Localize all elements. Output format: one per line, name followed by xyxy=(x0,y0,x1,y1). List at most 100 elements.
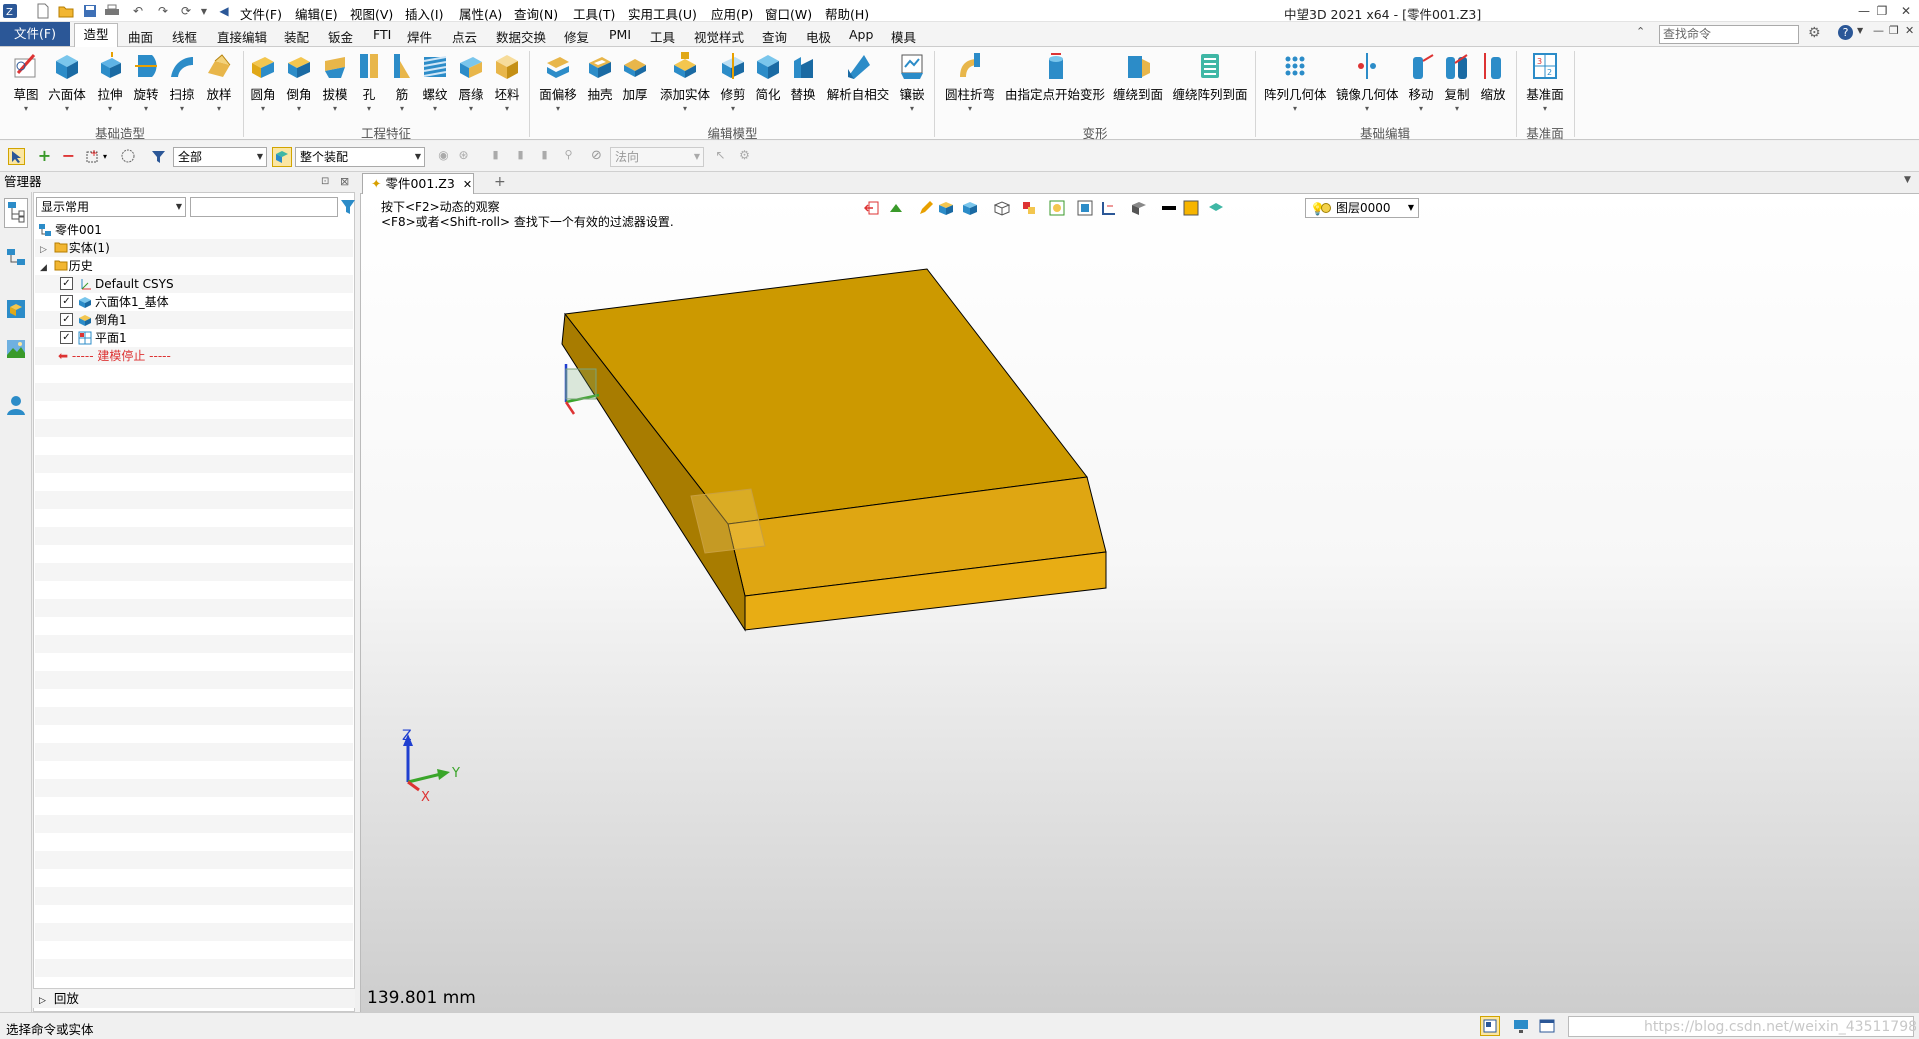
undo-icon[interactable]: ↶ xyxy=(130,3,146,19)
extrude-button[interactable]: 拉伸 ▾ xyxy=(95,51,125,113)
close-icon[interactable]: ✕ xyxy=(1897,2,1915,20)
display-filter-select[interactable]: 显示常用 ▼ xyxy=(36,197,186,217)
open-folder-icon[interactable] xyxy=(58,3,74,19)
user-icon[interactable] xyxy=(5,394,27,416)
simplify-button[interactable]: 简化 xyxy=(753,51,783,103)
visibility-checkbox[interactable]: ✓ xyxy=(60,277,73,290)
collapse-ribbon-icon[interactable]: ⌃ xyxy=(1636,25,1645,38)
status-toggle-a-icon[interactable] xyxy=(1480,1016,1500,1036)
new-file-icon[interactable] xyxy=(35,3,51,19)
menu-edit[interactable]: 编辑(E) xyxy=(295,4,338,23)
back-arrow-icon[interactable]: ◀ xyxy=(216,3,232,19)
tab-assembly[interactable]: 装配 xyxy=(284,27,309,46)
command-search-input[interactable]: 查找命令 xyxy=(1659,25,1799,44)
tree-root[interactable]: 零件001 xyxy=(38,222,102,238)
rebuild-icon[interactable]: ⟳ xyxy=(178,3,194,19)
help-icon[interactable]: ? xyxy=(1838,25,1853,40)
offset-face-button[interactable]: 面偏移 ▾ xyxy=(538,51,578,113)
point-deform-button[interactable]: 由指定点开始变形 xyxy=(1005,51,1105,103)
box-select-icon[interactable] xyxy=(85,148,102,165)
menu-attributes[interactable]: 属性(A) xyxy=(459,4,502,23)
visibility-checkbox[interactable]: ✓ xyxy=(60,313,73,326)
add-selection-icon[interactable]: + xyxy=(36,148,53,165)
rollback-bar[interactable]: ▷ 回放 xyxy=(33,988,355,1008)
move-button[interactable]: 移动 ▾ xyxy=(1406,51,1436,113)
window-layout-icon[interactable] xyxy=(1538,1017,1556,1035)
sweep-button[interactable]: 扫掠 ▾ xyxy=(167,51,197,113)
tab-data-exchange[interactable]: 数据交换 xyxy=(496,27,546,46)
revolve-button[interactable]: 旋转 ▾ xyxy=(131,51,161,113)
menu-utilities[interactable]: 实用工具(U) xyxy=(628,4,697,23)
panel-close-icon[interactable]: ⊠ xyxy=(340,172,349,192)
tab-direct-edit[interactable]: 直接编辑 xyxy=(217,27,267,46)
gear-icon[interactable]: ⚙ xyxy=(1808,25,1821,41)
restore-icon[interactable]: ❐ xyxy=(1873,2,1891,20)
tree-search-input[interactable] xyxy=(190,197,338,217)
tab-tools[interactable]: 工具 xyxy=(650,27,675,46)
tab-fti[interactable]: FTI xyxy=(373,27,391,42)
part-library-icon[interactable] xyxy=(5,298,27,320)
tab-inquire[interactable]: 查询 xyxy=(762,27,787,46)
tab-modeling[interactable]: 造型 xyxy=(74,23,118,47)
tab-sheet-metal[interactable]: 钣金 xyxy=(328,27,353,46)
help-dropdown-icon[interactable]: ▼ xyxy=(1857,26,1863,35)
pattern-button[interactable]: 阵列几何体 ▾ xyxy=(1264,51,1327,113)
tree-solid-node[interactable]: ▷ 实体(1) xyxy=(40,240,110,258)
doc-minimize-icon[interactable]: — xyxy=(1873,24,1884,37)
tab-point-cloud[interactable]: 点云 xyxy=(452,27,477,46)
tree-item-csys[interactable]: Default CSYS xyxy=(78,276,174,292)
lip-button[interactable]: 唇缘 ▾ xyxy=(456,51,486,113)
hole-button[interactable]: 孔 ▾ xyxy=(358,51,380,113)
expand-right-icon[interactable]: ▷ xyxy=(40,245,47,255)
sketch-button[interactable]: 草图 ▾ xyxy=(10,51,42,113)
self-intersect-button[interactable]: 解析自相交 xyxy=(826,51,890,103)
tree-modeling-stop[interactable]: ⬅ ----- 建模停止 ----- xyxy=(58,348,171,364)
tree-history-node[interactable]: ◢ 历史 xyxy=(40,258,93,276)
thicken-button[interactable]: 加厚 xyxy=(620,51,650,103)
fillet-button[interactable]: 圆角 ▾ xyxy=(248,51,278,113)
copy-button[interactable]: 复制 ▾ xyxy=(1442,51,1472,113)
minimize-icon[interactable]: — xyxy=(1855,2,1873,20)
tab-electrode[interactable]: 电极 xyxy=(806,27,831,46)
history-manager-icon[interactable] xyxy=(4,198,28,228)
add-solid-button[interactable]: 添加实体 ▾ xyxy=(660,51,710,113)
thread-button[interactable]: 螺纹 ▾ xyxy=(420,51,450,113)
visibility-checkbox[interactable]: ✓ xyxy=(60,331,73,344)
mirror-button[interactable]: 镜像几何体 ▾ xyxy=(1336,51,1399,113)
assembly-manager-icon[interactable] xyxy=(5,246,27,268)
tab-close-icon[interactable]: ✕ xyxy=(463,178,472,191)
monitor-icon[interactable] xyxy=(1512,1017,1530,1035)
tab-visual-style[interactable]: 视觉样式 xyxy=(694,27,744,46)
lasso-select-icon[interactable] xyxy=(120,148,137,165)
tree-item-plane[interactable]: 平面1 xyxy=(78,330,127,346)
scale-button[interactable]: 缩放 xyxy=(1478,51,1508,103)
chevron-down-icon[interactable]: ▼ xyxy=(196,3,212,19)
shell-button[interactable]: 抽壳 xyxy=(585,51,615,103)
tab-pmi[interactable]: PMI xyxy=(609,27,631,42)
emboss-button[interactable]: 镶嵌 ▾ xyxy=(898,51,926,113)
image-view-icon[interactable] xyxy=(5,338,27,360)
save-icon[interactable] xyxy=(82,3,98,19)
new-tab-icon[interactable]: + xyxy=(494,174,506,190)
tab-wireframe[interactable]: 线框 xyxy=(172,27,197,46)
tree-item-block[interactable]: 六面体1_基体 xyxy=(78,294,169,310)
doc-restore-icon[interactable]: ❐ xyxy=(1889,24,1899,37)
document-tab[interactable]: ✦ 零件001.Z3 ✕ xyxy=(362,173,474,194)
solid-top-face[interactable] xyxy=(564,268,1088,525)
tree-item-chamfer[interactable]: 倒角1 xyxy=(78,312,127,328)
print-icon[interactable] xyxy=(104,3,120,19)
visibility-checkbox[interactable]: ✓ xyxy=(60,295,73,308)
menu-file[interactable]: 文件(F) xyxy=(240,4,282,23)
menu-apply[interactable]: 应用(P) xyxy=(711,4,753,23)
cylinder-bend-button[interactable]: 圆柱折弯 ▾ xyxy=(944,51,996,113)
3d-viewport[interactable]: 按下<F2>动态的观察 <F8>或者<Shift-roll> 查找下一个有效的过… xyxy=(360,194,1919,1012)
redo-icon[interactable]: ↷ xyxy=(155,3,171,19)
expand-right-icon[interactable]: ▷ xyxy=(39,996,46,1006)
box-select-dropdown-icon[interactable]: ▾ xyxy=(103,148,120,165)
menu-help[interactable]: 帮助(H) xyxy=(825,4,869,23)
filter-select[interactable]: 全部 ▼ xyxy=(173,147,267,167)
tab-weldment[interactable]: 焊件 xyxy=(407,27,432,46)
tab-list-icon[interactable]: ▼ xyxy=(1904,175,1911,185)
pick-arrow-icon[interactable] xyxy=(8,148,25,165)
menu-insert[interactable]: 插入(I) xyxy=(405,4,443,23)
